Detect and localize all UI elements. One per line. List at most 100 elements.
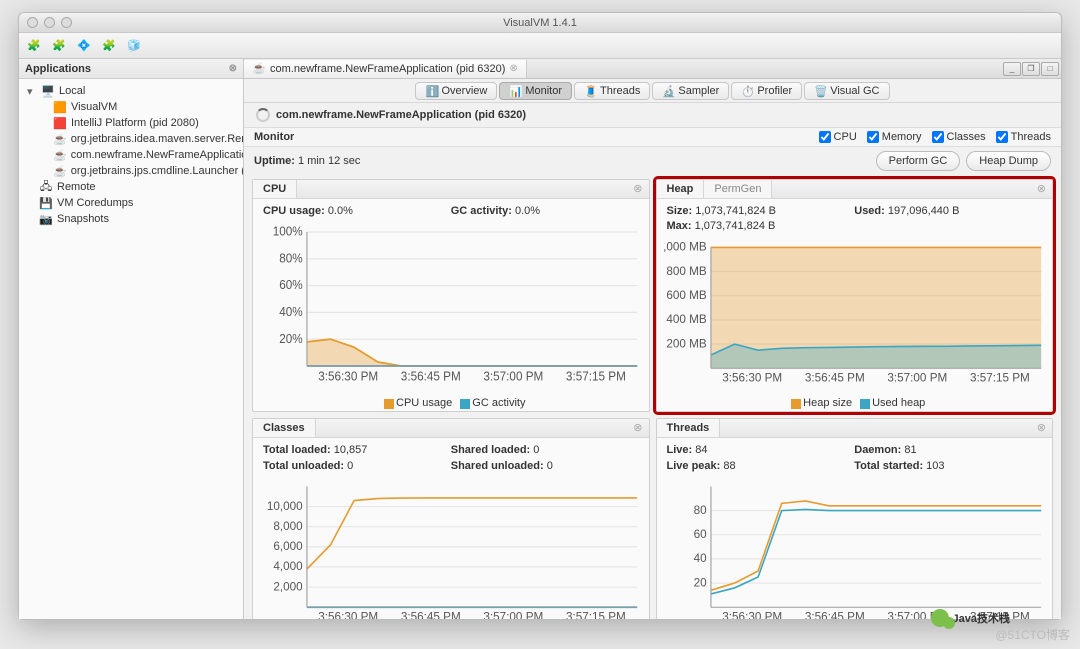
close-tab-icon[interactable]: ⊗	[509, 63, 517, 74]
tree-node-visualvm[interactable]: 🟧VisualVM	[19, 99, 243, 115]
chk-memory[interactable]: Memory	[867, 131, 922, 143]
svg-text:3:57:00 PM: 3:57:00 PM	[483, 609, 543, 619]
tree-node-newframe[interactable]: ☕com.newframe.NewFrameApplication (pid 6…	[19, 147, 243, 163]
chart-close-icon[interactable]: ⊗	[1031, 180, 1052, 198]
tree-node-intellij[interactable]: 🟥IntelliJ Platform (pid 2080)	[19, 115, 243, 131]
subtab-profiler[interactable]: ⏱️Profiler	[731, 82, 802, 100]
pane-restore-icon[interactable]: ❐	[1022, 62, 1040, 76]
svg-text:4,000: 4,000	[273, 559, 303, 573]
window-title: VisualVM 1.4.1	[503, 17, 577, 29]
svg-text:10,000: 10,000	[267, 499, 303, 513]
svg-text:800 MB: 800 MB	[666, 264, 706, 278]
classes-tab[interactable]: Classes	[253, 419, 316, 437]
svg-text:3:56:30 PM: 3:56:30 PM	[318, 609, 378, 619]
tb-icon-2[interactable]: 🧩	[48, 36, 70, 56]
main-toolbar: 🧩 🧩 💠 🧩 🧊	[19, 33, 1061, 59]
heap-legend: Heap sizeUsed heap	[657, 397, 1053, 411]
svg-text:80%: 80%	[279, 251, 302, 266]
subtab-bar: ℹ️Overview 📊Monitor 🧵Threads 🔬Sampler ⏱️…	[244, 79, 1061, 103]
app-window: VisualVM 1.4.1 🧩 🧩 💠 🧩 🧊 Applications ⊗ …	[18, 12, 1062, 620]
java-icon: ☕	[252, 62, 266, 76]
svg-text:3:57:00 PM: 3:57:00 PM	[887, 370, 947, 383]
chart-close-icon[interactable]: ⊗	[1031, 419, 1052, 437]
subtab-monitor[interactable]: 📊Monitor	[499, 82, 572, 100]
tb-icon-5[interactable]: 🧊	[123, 36, 145, 56]
cpu-tab[interactable]: CPU	[253, 180, 297, 198]
chk-classes[interactable]: Classes	[932, 131, 986, 143]
tb-icon-4[interactable]: 🧩	[98, 36, 120, 56]
svg-text:3:57:15 PM: 3:57:15 PM	[566, 369, 626, 383]
chart-close-icon[interactable]: ⊗	[627, 180, 648, 198]
traffic-min[interactable]	[44, 17, 55, 28]
svg-text:200 MB: 200 MB	[666, 336, 706, 350]
process-title-line: com.newframe.NewFrameApplication (pid 63…	[244, 103, 1061, 127]
svg-text:8,000: 8,000	[273, 519, 303, 533]
svg-text:3:56:45 PM: 3:56:45 PM	[401, 609, 461, 619]
traffic-zoom[interactable]	[61, 17, 72, 28]
svg-text:60%: 60%	[279, 278, 302, 293]
svg-text:1,000 MB: 1,000 MB	[663, 242, 707, 254]
svg-text:3:56:30 PM: 3:56:30 PM	[318, 369, 378, 383]
tree-node-coredumps[interactable]: 💾VM Coredumps	[19, 195, 243, 211]
spinner-icon	[256, 108, 270, 122]
sidebar-title: Applications	[25, 63, 91, 75]
svg-text:2,000: 2,000	[273, 579, 303, 593]
cpu-chart: CPU⊗ CPU usage: 0.0% GC activity: 0.0% 2…	[252, 179, 650, 412]
monitor-header: Monitor CPU Memory Classes Threads	[244, 127, 1061, 147]
tree-node-local[interactable]: ▾🖥️Local	[19, 83, 243, 99]
tb-icon-3[interactable]: 💠	[73, 36, 95, 56]
pane-min-icon[interactable]: _	[1003, 62, 1021, 76]
applications-sidebar: Applications ⊗ ▾🖥️Local 🟧VisualVM 🟥Intel…	[19, 59, 244, 619]
tree-node-maven[interactable]: ☕org.jetbrains.idea.maven.server.RemoteM…	[19, 131, 243, 147]
subtab-threads[interactable]: 🧵Threads	[574, 82, 650, 100]
applications-tree: ▾🖥️Local 🟧VisualVM 🟥IntelliJ Platform (p…	[19, 79, 243, 231]
svg-text:3:57:15 PM: 3:57:15 PM	[566, 609, 626, 619]
tree-node-jps[interactable]: ☕org.jetbrains.jps.cmdline.Launcher (pid…	[19, 163, 243, 179]
svg-text:3:57:15 PM: 3:57:15 PM	[969, 370, 1029, 383]
chk-threads[interactable]: Threads	[996, 131, 1051, 143]
watermark: @51CTO博客	[995, 626, 1070, 643]
svg-text:40%: 40%	[279, 305, 302, 320]
tree-node-remote[interactable]: 🖧Remote	[19, 179, 243, 195]
cpu-plot: 20% 40% 60% 80% 100% 3:56:30 PM 3:56:45 PM 3:57…	[259, 226, 643, 383]
svg-text:20%: 20%	[279, 332, 302, 347]
charts-grid: CPU⊗ CPU usage: 0.0% GC activity: 0.0% 2…	[244, 175, 1061, 619]
svg-text:60: 60	[693, 527, 706, 541]
wechat-icon	[931, 609, 949, 627]
permgen-tab[interactable]: PermGen	[704, 180, 772, 198]
tb-icon-1[interactable]: 🧩	[23, 36, 45, 56]
threads-icon: 🧵	[584, 85, 596, 97]
svg-text:100%: 100%	[273, 226, 303, 239]
subtab-visualgc[interactable]: 🗑️Visual GC	[804, 82, 889, 100]
traffic-close[interactable]	[27, 17, 38, 28]
svg-text:40: 40	[693, 551, 706, 565]
java-icon: ☕	[53, 132, 67, 146]
titlebar[interactable]: VisualVM 1.4.1	[19, 13, 1061, 33]
visualgc-icon: 🗑️	[814, 85, 826, 97]
subtab-overview[interactable]: ℹ️Overview	[415, 82, 497, 100]
monitor-icon: 📊	[509, 85, 521, 97]
svg-text:6,000: 6,000	[273, 539, 303, 553]
sidebar-header: Applications ⊗	[19, 59, 243, 79]
chk-cpu[interactable]: CPU	[819, 131, 857, 143]
chart-close-icon[interactable]: ⊗	[627, 419, 648, 437]
heap-tab[interactable]: Heap	[657, 180, 705, 198]
threads-tab[interactable]: Threads	[657, 419, 721, 437]
classes-plot: 2,000 4,000 6,000 8,000 10,000 3:56:30 PM 3:56…	[259, 481, 643, 619]
editor-tab-newframe[interactable]: ☕ com.newframe.NewFrameApplication (pid …	[244, 60, 527, 78]
uptime: Uptime: 1 min 12 sec	[254, 155, 360, 167]
svg-text:600 MB: 600 MB	[666, 288, 706, 302]
perform-gc-button[interactable]: Perform GC	[876, 151, 961, 171]
threads-plot: 204060803:56:30 PM3:56:45 PM3:57:00 PM3:…	[663, 481, 1047, 619]
heap-plot: 200 MB400 MB600 MB800 MB1,000 MB3:56:30 …	[663, 242, 1047, 383]
pane-max-icon[interactable]: □	[1041, 62, 1059, 76]
tree-node-snapshots[interactable]: 📷Snapshots	[19, 211, 243, 227]
svg-text:80: 80	[693, 503, 706, 517]
heap-dump-button[interactable]: Heap Dump	[966, 151, 1051, 171]
svg-text:3:57:00 PM: 3:57:00 PM	[483, 369, 543, 383]
host-icon: 🖥️	[41, 84, 55, 98]
subtab-sampler[interactable]: 🔬Sampler	[652, 82, 729, 100]
svg-text:20: 20	[693, 575, 706, 589]
svg-text:3:56:45 PM: 3:56:45 PM	[401, 369, 461, 383]
sidebar-close-icon[interactable]: ⊗	[229, 63, 237, 74]
